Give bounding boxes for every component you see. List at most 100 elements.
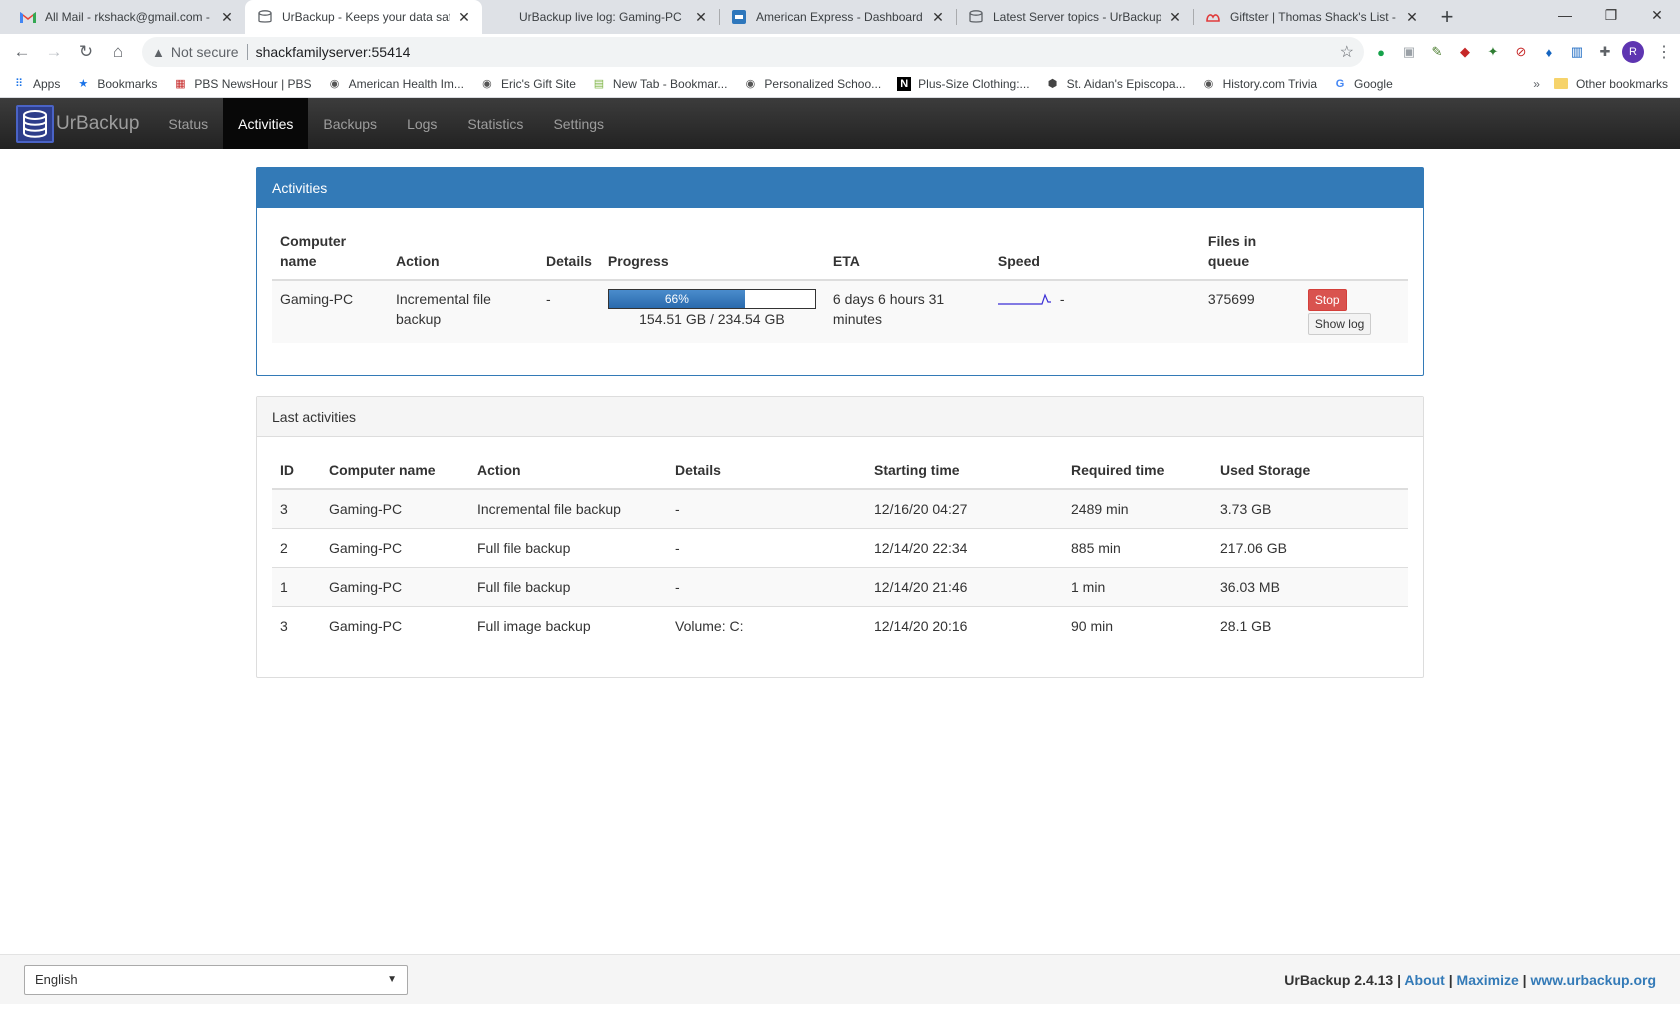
bookmark-erics-gift[interactable]: ◉ Eric's Gift Site <box>480 77 576 91</box>
table-row: 3 Gaming-PC Full image backup Volume: C:… <box>272 606 1408 645</box>
show-log-button[interactable]: Show log <box>1307 313 1372 335</box>
browser-tab-gmail[interactable]: All Mail - rkshack@gmail.com - G ✕ <box>8 0 245 34</box>
stop-button[interactable]: Stop <box>1307 289 1347 311</box>
other-bookmarks[interactable]: Other bookmarks <box>1553 77 1668 91</box>
cell-action: Full file backup <box>469 528 667 568</box>
cell-computer: Gaming-PC <box>321 528 469 568</box>
cell-eta: 6 days 6 hours 31 minutes <box>824 279 990 343</box>
forward-arrow-icon[interactable]: → <box>40 38 68 66</box>
address-bar[interactable]: ▲ Not secure shackfamilyserver:55414 ☆ <box>142 37 1364 67</box>
bookmark-google[interactable]: G Google <box>1333 77 1393 91</box>
bookmark-star-icon[interactable]: ☆ <box>1340 42 1354 62</box>
language-value: English <box>35 972 78 987</box>
cell-speed: - <box>989 279 1200 343</box>
last-activities-panel-title: Last activities <box>257 397 1423 437</box>
browser-tab-live-log[interactable]: UrBackup live log: Gaming-PC ✕ <box>482 0 719 34</box>
bookmarks-overflow-button[interactable]: » <box>1533 77 1540 91</box>
profile-avatar[interactable]: R <box>1622 41 1644 63</box>
bookmark-personalized-school[interactable]: ◉ Personalized Schoo... <box>743 77 882 91</box>
speed-container: - <box>997 289 1192 309</box>
table-header-row: Computer name Action Details Progress ET… <box>272 223 1408 281</box>
bookmark-label: Eric's Gift Site <box>500 76 576 91</box>
close-icon[interactable]: ✕ <box>1404 9 1420 25</box>
folder-icon <box>1553 78 1568 89</box>
browser-tab-amex[interactable]: American Express - Dashboard ✕ <box>719 0 956 34</box>
close-icon[interactable]: ✕ <box>456 9 472 25</box>
browser-tab-server-topics[interactable]: Latest Server topics - UrBackup - ✕ <box>956 0 1193 34</box>
grammarly-extension-icon[interactable]: ● <box>1372 43 1390 61</box>
cell-required-time: 1 min <box>1063 567 1212 607</box>
home-icon[interactable]: ⌂ <box>104 38 132 66</box>
url-text[interactable]: shackfamilyserver:55414 <box>256 44 1340 60</box>
reload-icon[interactable]: ↻ <box>72 38 100 66</box>
cell-starting-time: 12/14/20 21:46 <box>866 567 1063 607</box>
back-arrow-icon[interactable]: ← <box>8 38 36 66</box>
bookmark-label: Google <box>1354 76 1393 91</box>
about-link[interactable]: About <box>1404 972 1444 988</box>
restore-icon[interactable]: ❐ <box>1588 0 1634 30</box>
language-select[interactable]: English ▼ <box>24 964 408 995</box>
bookmark-american-health[interactable]: ◉ American Health Im... <box>328 77 464 91</box>
close-icon[interactable]: ✕ <box>930 9 946 25</box>
globe-icon: ◉ <box>329 78 340 90</box>
bookmark-bookmarks[interactable]: ★ Bookmarks <box>76 77 157 91</box>
bookmark-history-trivia[interactable]: ◉ History.com Trivia <box>1202 77 1317 91</box>
col-eta: ETA <box>824 223 990 281</box>
nav-activities[interactable]: Activities <box>223 98 309 149</box>
bookmark-pbs[interactable]: ▦ PBS NewsHour | PBS <box>173 77 311 91</box>
browser-tab-urbackup[interactable]: UrBackup - Keeps your data safe ✕ <box>245 0 482 34</box>
cell-computer: Gaming-PC <box>321 606 469 645</box>
close-icon[interactable]: ✕ <box>219 9 235 25</box>
arrow-extension-icon[interactable]: ✦ <box>1484 43 1502 61</box>
warning-icon: ▲ <box>152 44 165 60</box>
pen-extension-icon[interactable]: ✎ <box>1428 43 1446 61</box>
bookmark-plus-size[interactable]: N Plus-Size Clothing:... <box>897 76 1030 91</box>
col-required-time: Required time <box>1063 452 1212 490</box>
col-computer-name: Computer name <box>321 452 469 490</box>
google-icon: G <box>1335 77 1345 90</box>
activities-table: Computer name Action Details Progress ET… <box>272 223 1408 343</box>
col-buttons <box>1299 223 1408 281</box>
bookmark-st-aidans[interactable]: ⬢ St. Aidan's Episcopa... <box>1046 77 1186 91</box>
drop-extension-icon[interactable]: ♦ <box>1540 43 1558 61</box>
cell-progress: 66% 154.51 GB / 234.54 GB <box>599 279 825 343</box>
bookmark-apps[interactable]: ⠿ Apps <box>12 77 60 91</box>
close-icon[interactable]: ✕ <box>1167 9 1183 25</box>
window-controls: — ❐ ✕ <box>1542 0 1680 30</box>
nav-status[interactable]: Status <box>153 98 223 149</box>
col-computer-name: Computer name <box>272 223 388 281</box>
cell-id: 1 <box>272 567 321 607</box>
close-icon[interactable]: ✕ <box>693 9 709 25</box>
website-link[interactable]: www.urbackup.org <box>1531 972 1657 988</box>
col-id: ID <box>272 452 321 490</box>
col-details: Details <box>667 452 866 490</box>
new-tab-button[interactable]: + <box>1430 0 1464 34</box>
extension-icon[interactable]: ▣ <box>1400 43 1418 61</box>
maximize-link[interactable]: Maximize <box>1457 972 1519 988</box>
minimize-icon[interactable]: — <box>1542 0 1588 30</box>
col-used-storage: Used Storage <box>1212 452 1408 490</box>
puzzle-extensions-icon[interactable]: ✚ <box>1596 43 1614 61</box>
browser-toolbar: ← → ↻ ⌂ ▲ Not secure shackfamilyserver:5… <box>0 34 1680 70</box>
globe-icon: ◉ <box>745 78 756 90</box>
cell-buttons: Stop Show log <box>1299 279 1408 343</box>
activities-panel-body: Computer name Action Details Progress ET… <box>257 208 1423 375</box>
cell-action: Incremental file backup <box>388 279 538 343</box>
block-extension-icon[interactable]: ⊘ <box>1512 43 1530 61</box>
cell-used-storage: 3.73 GB <box>1212 488 1408 529</box>
bookmark-new-tab[interactable]: ▤ New Tab - Bookmar... <box>592 77 728 91</box>
nav-statistics[interactable]: Statistics <box>452 98 538 149</box>
nav-logs[interactable]: Logs <box>392 98 452 149</box>
brand[interactable]: UrBackup <box>16 98 139 149</box>
bars-extension-icon[interactable]: ▥ <box>1568 43 1586 61</box>
nav-backups[interactable]: Backups <box>308 98 392 149</box>
speed-value: - <box>1059 291 1065 307</box>
close-window-icon[interactable]: ✕ <box>1634 0 1680 30</box>
lastpass-extension-icon[interactable]: ◆ <box>1456 43 1474 61</box>
browser-menu-icon[interactable]: ⋮ <box>1656 42 1672 62</box>
browser-tab-giftster[interactable]: Giftster | Thomas Shack's List - M ✕ <box>1193 0 1430 34</box>
bookmarks-bar: ⠿ Apps ★ Bookmarks ▦ PBS NewsHour | PBS ◉ Am… <box>0 70 1680 98</box>
nav-settings[interactable]: Settings <box>538 98 619 149</box>
table-row: 3 Gaming-PC Incremental file backup - 12… <box>272 488 1408 529</box>
cell-id: 3 <box>272 606 321 645</box>
